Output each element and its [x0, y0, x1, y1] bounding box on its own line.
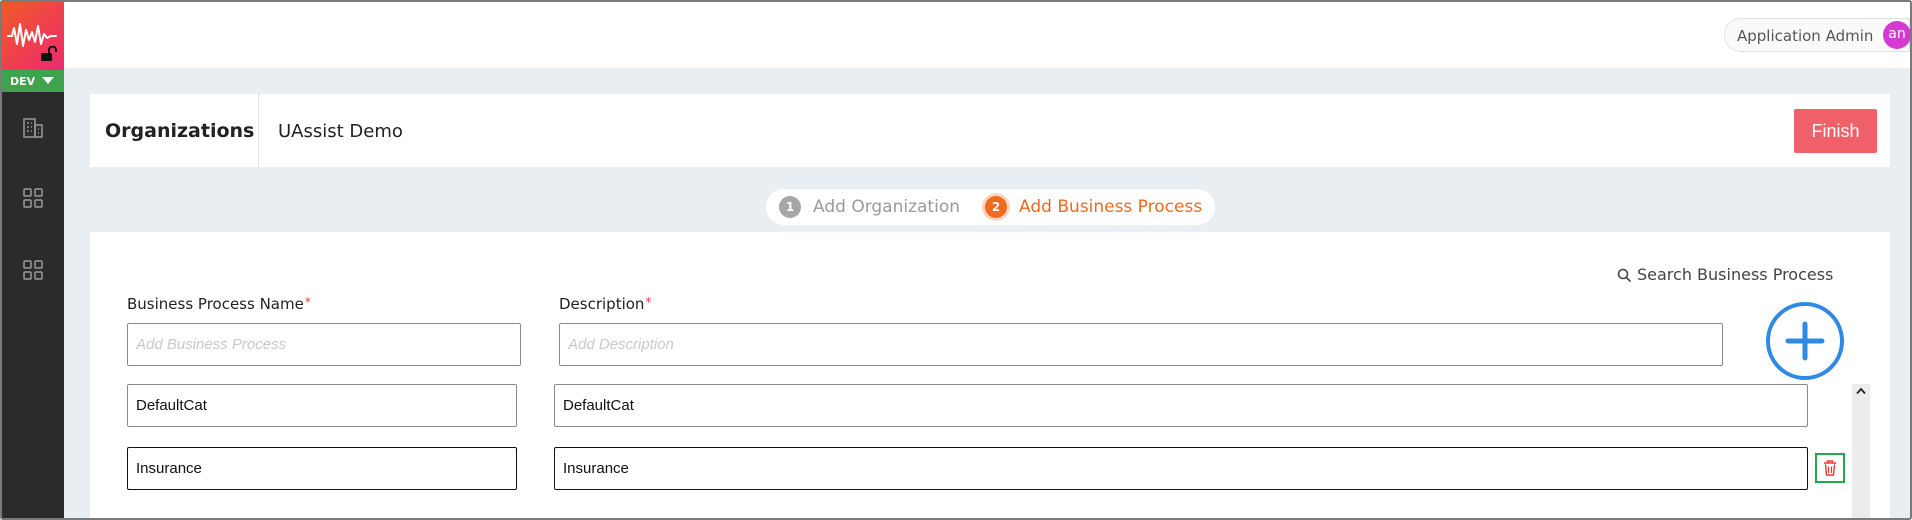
- unlock-icon: [41, 46, 57, 61]
- scrollbar[interactable]: [1852, 384, 1870, 518]
- required-mark: *: [304, 295, 311, 309]
- grid-icon[interactable]: [21, 186, 45, 210]
- building-icon[interactable]: [21, 116, 45, 140]
- delete-process-button[interactable]: [1815, 453, 1845, 483]
- grid-icon[interactable]: [21, 258, 45, 282]
- chevron-up-icon[interactable]: [1856, 387, 1866, 395]
- step-number: 2: [985, 196, 1007, 218]
- business-process-panel: Search Business Process Business Process…: [90, 232, 1890, 518]
- caret-down-icon: [42, 77, 54, 84]
- trash-icon: [1824, 460, 1836, 476]
- search-label: Search Business Process: [1637, 265, 1834, 284]
- organization-name: UAssist Demo: [278, 121, 403, 142]
- left-sidebar: DEV: [2, 2, 64, 518]
- avatar[interactable]: an: [1883, 21, 1911, 49]
- process-description-field[interactable]: [554, 447, 1808, 490]
- environment-selector[interactable]: DEV: [2, 70, 64, 92]
- step-label: Add Organization: [813, 197, 960, 217]
- step-label: Add Business Process: [1019, 197, 1203, 217]
- description-input[interactable]: [559, 323, 1723, 366]
- search-business-process[interactable]: Search Business Process: [1617, 264, 1833, 284]
- divider: [258, 94, 259, 167]
- description-label: Description*: [559, 295, 652, 313]
- top-header: Application Admin an: [64, 2, 1911, 68]
- process-name-field[interactable]: [127, 384, 517, 427]
- plus-icon: [1785, 321, 1825, 361]
- page-title: Organizations: [105, 120, 255, 142]
- search-icon: [1617, 268, 1631, 282]
- organization-bar: Organizations UAssist Demo Finish: [90, 94, 1890, 167]
- user-name: Application Admin: [1737, 27, 1874, 45]
- business-process-name-input[interactable]: [127, 323, 521, 366]
- step-number: 1: [779, 196, 801, 218]
- required-mark: *: [645, 295, 652, 309]
- add-business-process-button[interactable]: [1766, 302, 1844, 380]
- business-process-name-label: Business Process Name*: [127, 295, 311, 313]
- finish-button[interactable]: Finish: [1794, 109, 1877, 153]
- step-add-business-process[interactable]: 2 Add Business Process: [985, 196, 1202, 218]
- process-description-field[interactable]: [554, 384, 1808, 427]
- environment-label: DEV: [10, 75, 36, 88]
- step-add-organization[interactable]: 1 Add Organization: [779, 196, 960, 218]
- wizard-stepper: 1 Add Organization 2 Add Business Process: [766, 189, 1215, 225]
- app-logo[interactable]: [2, 2, 64, 70]
- process-name-field[interactable]: [127, 447, 517, 490]
- user-menu[interactable]: Application Admin an: [1724, 18, 1911, 52]
